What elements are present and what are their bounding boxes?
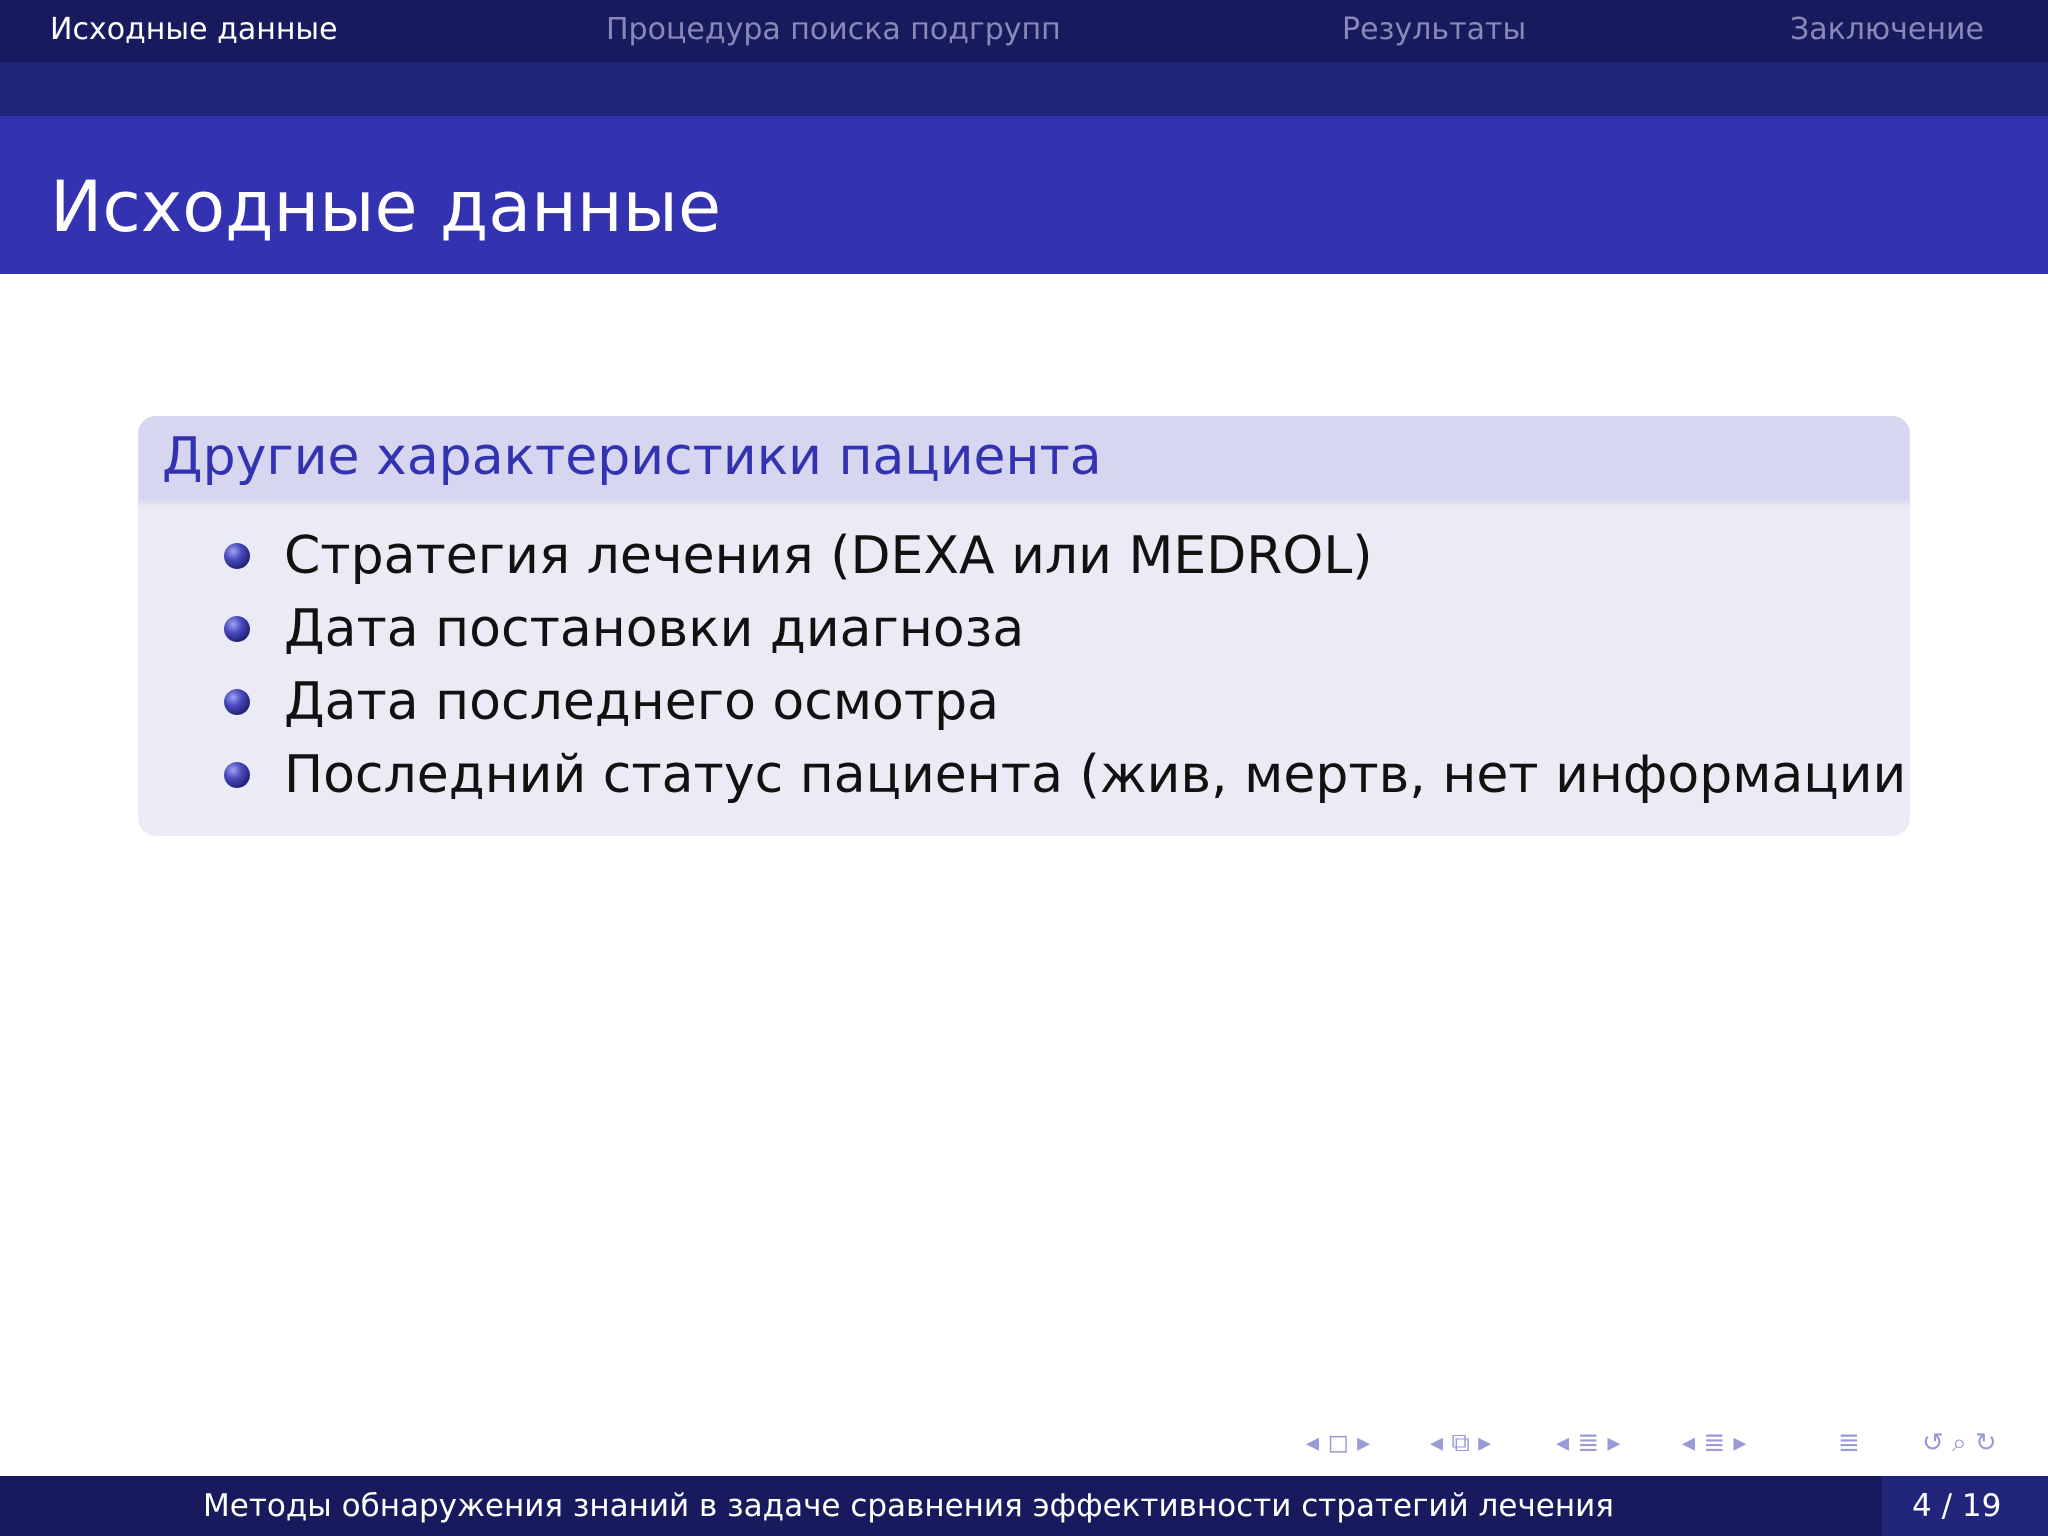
nav-section-conclusion[interactable]: Заключение xyxy=(1790,0,1984,60)
nav-section-initial-data[interactable]: Исходные данные xyxy=(50,0,338,60)
list-item-text: Стратегия лечения (DEXA или MEDROL) xyxy=(284,526,1373,586)
page-number: 4 / 19 xyxy=(1912,1488,2002,1524)
content-block: Другие характеристики пациента Стратегия… xyxy=(138,416,1910,836)
footer-bar: Методы обнаружения знаний в задаче сравн… xyxy=(0,1476,2048,1536)
appendix-nav-icon[interactable]: ≣ xyxy=(1838,1428,1860,1464)
back-search-forward-icon[interactable]: ↺ ⌕ ↻ xyxy=(1922,1428,1997,1464)
list-item-text: Дата последнего осмотра xyxy=(284,672,1000,732)
list-item: Дата постановки диагноза xyxy=(138,593,1910,666)
ball-bullet-icon xyxy=(224,543,250,569)
ball-bullet-icon xyxy=(224,616,250,642)
list-item-text: Последний статус пациента (жив, мертв, н… xyxy=(284,745,1910,805)
frame-title: Исходные данные xyxy=(50,166,722,248)
block-title: Другие характеристики пациента xyxy=(162,427,1102,487)
section-navigation-bar: Исходные данные Процедура поиска подгруп… xyxy=(0,0,2048,62)
list-item: Последний статус пациента (жив, мертв, н… xyxy=(138,739,1910,812)
list-item: Стратегия лечения (DEXA или MEDROL) xyxy=(138,520,1910,593)
part-nav-icon[interactable]: ◂ ≣ ▸ xyxy=(1682,1428,1746,1464)
list-item: Дата последнего осмотра xyxy=(138,666,1910,739)
subsection-bar xyxy=(0,62,2048,116)
section-nav-icon[interactable]: ◂ ≣ ▸ xyxy=(1556,1428,1620,1464)
bullet-list: Стратегия лечения (DEXA или MEDROL) Дата… xyxy=(138,498,1910,812)
ball-bullet-icon xyxy=(224,762,250,788)
frame-nav-icon[interactable]: ◂ ◻ ▸ xyxy=(1306,1428,1370,1464)
subsection-nav-icon[interactable]: ◂ ⧉ ▸ xyxy=(1430,1428,1491,1464)
ball-bullet-icon xyxy=(224,689,250,715)
list-item-text: Дата постановки диагноза xyxy=(284,599,1025,659)
block-header: Другие характеристики пациента xyxy=(138,416,1910,508)
nav-section-results[interactable]: Результаты xyxy=(1342,0,1526,60)
nav-section-subgroup-search[interactable]: Процедура поиска подгрупп xyxy=(606,0,1061,60)
footer-page-box: 4 / 19 xyxy=(1882,1476,2048,1536)
footer-presentation-title: Методы обнаружения знаний в задаче сравн… xyxy=(203,1488,1614,1524)
